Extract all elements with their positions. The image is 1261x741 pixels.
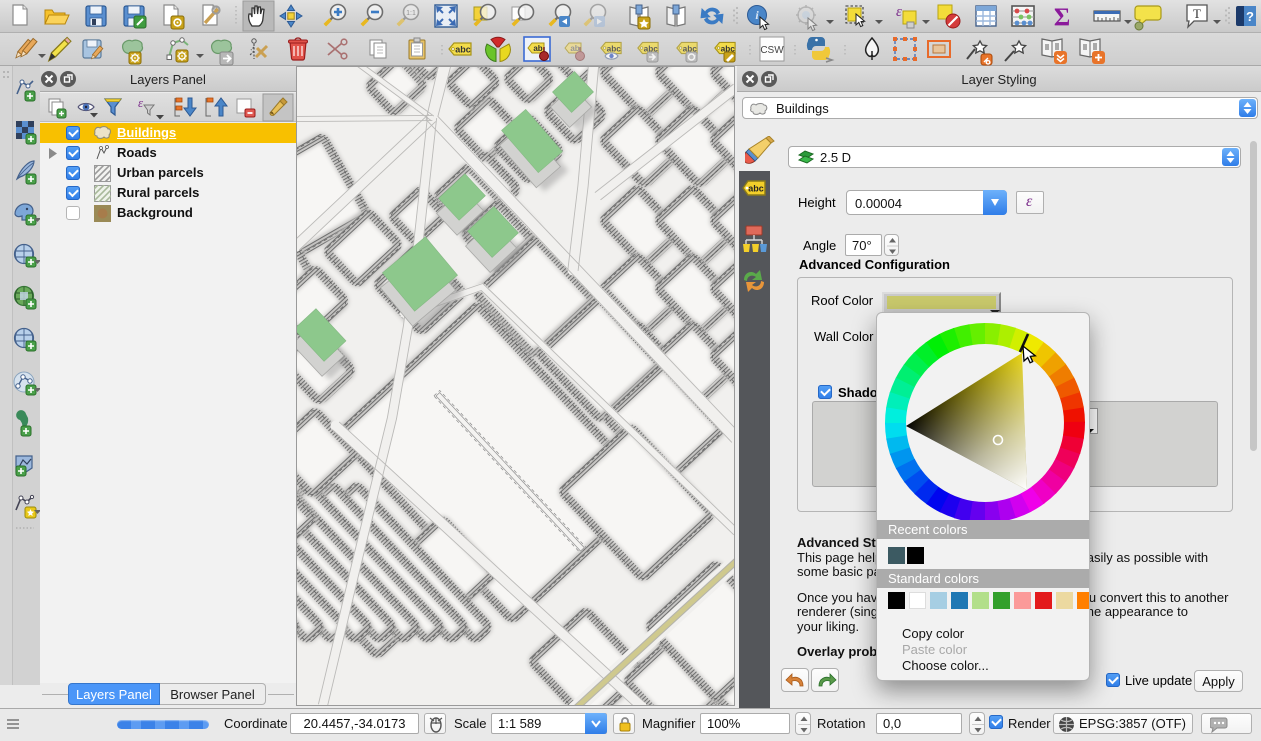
svg-text:T: T	[1193, 6, 1201, 21]
svg-text:?: ?	[1246, 9, 1254, 24]
svg-text:Σ: Σ	[1054, 4, 1070, 31]
svg-text:ab: ab	[533, 44, 542, 53]
svg-text:abc: abc	[748, 184, 764, 194]
svg-text:ε: ε	[138, 95, 144, 110]
svg-text:CSW: CSW	[760, 45, 784, 56]
svg-text:1:1: 1:1	[406, 10, 416, 17]
svg-text:ε: ε	[896, 4, 902, 20]
